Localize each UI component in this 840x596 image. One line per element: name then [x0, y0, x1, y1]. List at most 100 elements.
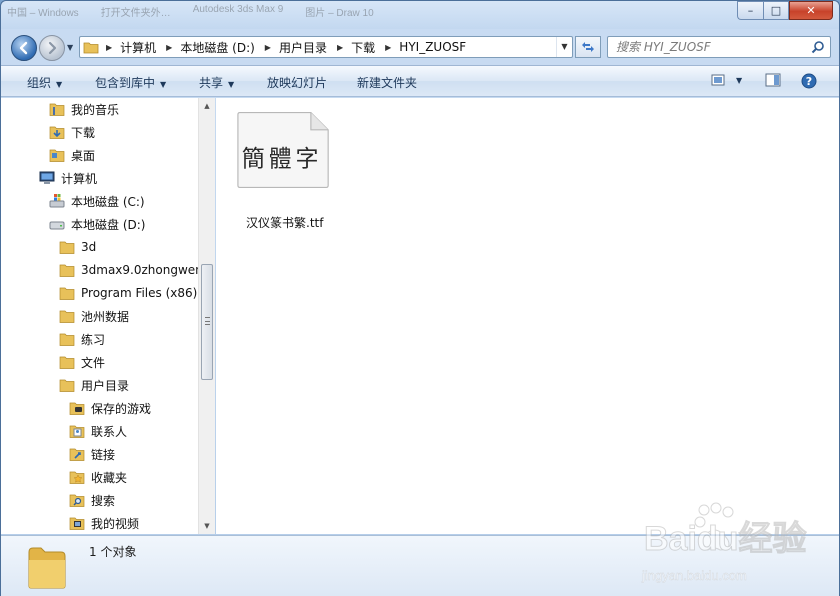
nav-pane-scrollbar[interactable]: ▲ ▼ [198, 98, 215, 534]
breadcrumb-current-folder[interactable]: HYI_ZUOSF [399, 40, 466, 54]
scroll-down-icon[interactable]: ▼ [199, 518, 215, 534]
folder-icon [59, 379, 75, 392]
tree-item-saved-games[interactable]: 保存的游戏 [69, 397, 151, 419]
grip-icon [205, 317, 210, 325]
tree-item-downloads[interactable]: 下载 [49, 121, 95, 143]
chevron-right-icon[interactable]: ▶ [106, 43, 112, 52]
tree-item-label: 3d [81, 240, 97, 254]
tree-item-folder-program-files[interactable]: Program Files (x86) [59, 282, 197, 304]
back-arrow-icon [19, 41, 28, 55]
chevron-down-icon: ▼ [160, 80, 167, 89]
tree-item-computer[interactable]: 计算机 [39, 167, 97, 189]
refresh-icon [582, 42, 594, 52]
favorites-icon [69, 471, 85, 484]
tree-item-label: 我的视频 [91, 516, 140, 531]
tree-item-drive-c[interactable]: 本地磁盘 (C:) [49, 190, 145, 212]
tree-item-label: 联系人 [91, 424, 128, 439]
tree-item-folder-3d[interactable]: 3d [59, 236, 96, 258]
background-tab: 中国 – Windows [7, 8, 79, 19]
font-preview-glyphs: 簡體字 [242, 146, 323, 172]
svg-text:?: ? [806, 75, 812, 88]
help-button[interactable]: ? [801, 73, 817, 92]
file-name: 汉仪篆书繁.ttf [246, 216, 324, 230]
maximize-button[interactable]: □ [763, 1, 789, 20]
tree-item-drive-d[interactable]: 本地磁盘 (D:) [49, 213, 145, 235]
tree-item-links[interactable]: 链接 [69, 443, 115, 465]
tree-item-folder-3dmax[interactable]: 3dmax9.0zhongwen3 [59, 259, 210, 281]
folder-icon [28, 547, 66, 589]
tree-item-label: 计算机 [61, 171, 98, 186]
item-count: 1 个对象 [89, 545, 137, 559]
chevron-right-icon[interactable]: ▶ [385, 43, 391, 52]
breadcrumb-drive-d[interactable]: 本地磁盘 (D:) [180, 39, 254, 56]
search-input[interactable] [608, 37, 808, 57]
search-icon[interactable] [811, 40, 825, 54]
file-list-pane: 簡體字 汉仪篆书繁.ttf [216, 98, 839, 534]
chevron-right-icon[interactable]: ▶ [265, 43, 271, 52]
recent-pages-dropdown[interactable]: ▼ [67, 43, 73, 52]
include-in-library-button[interactable]: 包含到库中 ▼ [95, 74, 166, 91]
organize-button[interactable]: 组织 ▼ [27, 74, 62, 91]
back-button[interactable] [11, 35, 37, 61]
folder-icon [59, 241, 75, 254]
tree-item-label: 文件 [81, 355, 106, 370]
tree-item-label: 用户目录 [81, 378, 130, 393]
folder-icon [59, 356, 75, 369]
searches-icon [69, 494, 85, 507]
view-dropdown-icon[interactable]: ▼ [736, 76, 742, 85]
music-folder-icon [49, 103, 65, 116]
new-folder-button[interactable]: 新建文件夹 [357, 74, 417, 91]
chevron-down-icon: ▼ [228, 80, 235, 89]
view-options-button[interactable] [711, 73, 727, 90]
address-history-dropdown[interactable]: ▼ [556, 37, 572, 57]
help-icon: ? [801, 73, 817, 89]
tree-item-music[interactable]: 我的音乐 [49, 98, 119, 120]
minimize-button[interactable]: – [737, 1, 763, 20]
tree-item-label: Program Files (x86) [81, 286, 198, 300]
tree-item-label: 3dmax9.0zhongwen3 [81, 263, 211, 277]
tree-item-label: 链接 [91, 447, 116, 462]
tree-item-label: 练习 [81, 332, 106, 347]
preview-pane-button[interactable] [765, 73, 781, 90]
organize-label: 组织 [27, 76, 52, 90]
tree-item-label: 本地磁盘 (C:) [71, 194, 145, 209]
chevron-right-icon[interactable]: ▶ [337, 43, 343, 52]
breadcrumb-user-dir[interactable]: 用户目录 [279, 39, 327, 56]
command-toolbar: 组织 ▼ 包含到库中 ▼ 共享 ▼ 放映幻灯片 新建文件夹 ▼ ? [1, 65, 839, 97]
tree-item-desktop[interactable]: 桌面 [49, 144, 95, 166]
folder-icon [59, 333, 75, 346]
tree-item-videos[interactable]: 我的视频 [69, 512, 139, 534]
breadcrumb-computer[interactable]: 计算机 [120, 39, 156, 56]
watermark-url: jingyan.baidu.com [641, 568, 747, 583]
refresh-button[interactable] [575, 36, 601, 58]
tree-item-favorites[interactable]: 收藏夹 [69, 466, 127, 488]
scrollbar-thumb[interactable] [201, 264, 213, 380]
forward-button[interactable] [39, 35, 65, 61]
contacts-icon [69, 425, 85, 438]
font-file-icon: 簡體字 [237, 111, 329, 189]
close-button[interactable]: ✕ [789, 1, 833, 20]
slideshow-button[interactable]: 放映幻灯片 [267, 74, 327, 91]
file-item[interactable]: 簡體字 汉仪篆书繁.ttf [236, 110, 336, 230]
search-box [607, 36, 831, 58]
window-controls: – □ ✕ [737, 1, 833, 20]
preview-pane-icon [765, 73, 781, 87]
baidu-watermark: Baidu经验 jingyan.baidu.com [640, 500, 830, 590]
scroll-up-icon[interactable]: ▲ [199, 98, 215, 114]
address-bar[interactable]: ▶ 计算机 ▶ 本地磁盘 (D:) ▶ 用户目录 ▶ 下载 ▶ HYI_ZUOS… [79, 36, 573, 58]
download-folder-icon [49, 126, 65, 139]
links-icon [69, 448, 85, 461]
chevron-right-icon[interactable]: ▶ [166, 43, 172, 52]
tree-item-folder-practice[interactable]: 练习 [59, 328, 105, 350]
background-tab: Autodesk 3ds Max 9 [192, 4, 284, 15]
folder-icon [59, 310, 75, 323]
share-button[interactable]: 共享 ▼ [199, 74, 234, 91]
tree-item-searches[interactable]: 搜索 [69, 489, 115, 511]
tree-item-folder-chizhou[interactable]: 池州数据 [59, 305, 129, 327]
breadcrumb-downloads[interactable]: 下载 [351, 39, 375, 56]
tree-item-folder-files[interactable]: 文件 [59, 351, 105, 373]
tree-item-contacts[interactable]: 联系人 [69, 420, 127, 442]
background-tab: 图片 – Draw 10 [305, 8, 374, 19]
tree-item-folder-user-dir[interactable]: 用户目录 [59, 374, 129, 396]
folder-icon [59, 287, 75, 300]
